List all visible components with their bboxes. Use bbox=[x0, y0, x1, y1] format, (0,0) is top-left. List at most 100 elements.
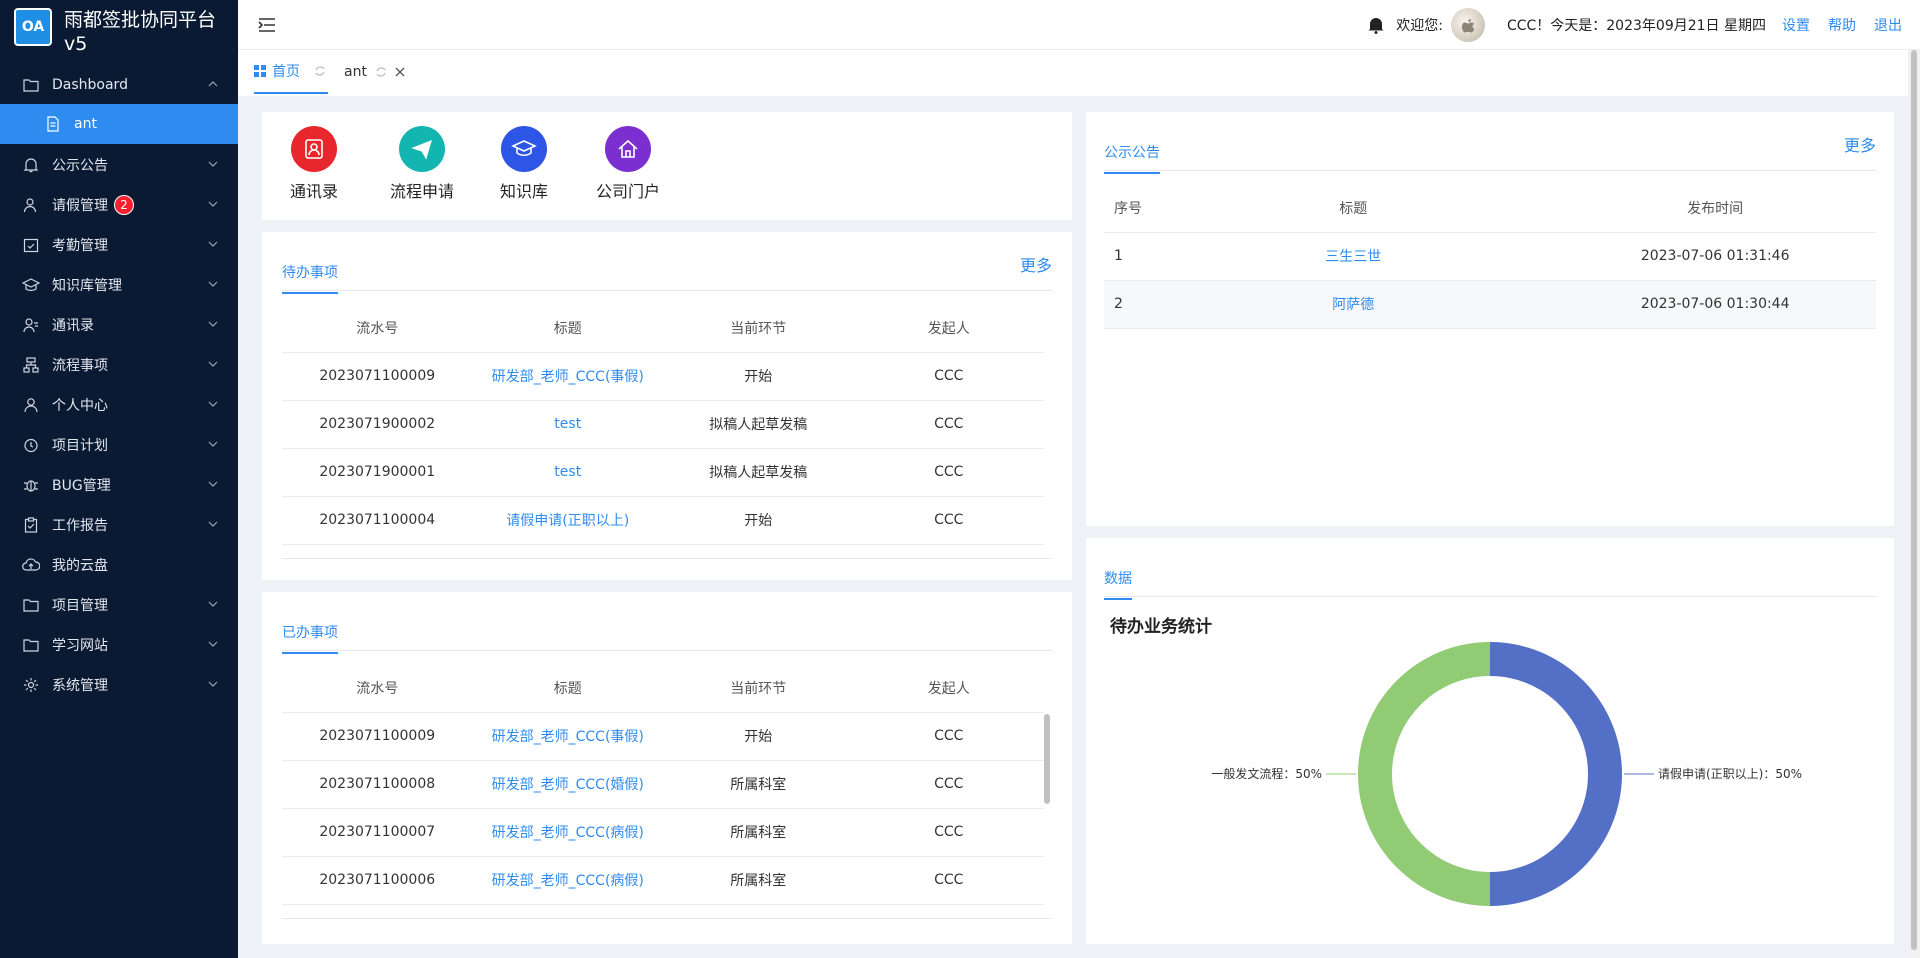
sidebar-item-personal[interactable]: 个人中心 bbox=[0, 385, 238, 425]
sidebar-item-ant[interactable]: ant bbox=[0, 104, 238, 144]
sidebar-item-label: 工作报告 bbox=[52, 518, 108, 534]
sidebar-item-flow[interactable]: 流程事项 bbox=[0, 345, 238, 385]
quick-link-label: 流程申请 bbox=[389, 182, 454, 201]
chevron-down-icon bbox=[208, 681, 218, 687]
title-link[interactable]: 研发部_老师_CCC(婚假) bbox=[492, 777, 644, 793]
table-row: 2023071900001 test 拟稿人起草发稿 CCC bbox=[282, 448, 1044, 497]
home-icon bbox=[605, 126, 651, 172]
todo-more-link[interactable]: 更多 bbox=[1020, 252, 1052, 276]
help-link[interactable]: 帮助 bbox=[1828, 15, 1856, 35]
notice-title-link[interactable]: 三生三世 bbox=[1325, 249, 1381, 265]
notification-bell-icon[interactable] bbox=[1368, 16, 1384, 34]
paper-plane-icon bbox=[399, 126, 445, 172]
initiator-cell: CCC bbox=[853, 856, 1044, 905]
chevron-down-icon bbox=[208, 641, 218, 647]
notice-title-link[interactable]: 阿萨德 bbox=[1332, 297, 1374, 313]
sidebar-item-project-mgmt[interactable]: 项目管理 bbox=[0, 585, 238, 625]
header-user-area: 欢迎您: CCC！今天是：2023年09月21日 星期四 设置 帮助 退出 bbox=[1368, 0, 1920, 50]
quick-link-flow-apply[interactable]: 流程申请 bbox=[382, 126, 462, 202]
table-header-row: 流水号 标题 当前环节 发起人 bbox=[282, 664, 1044, 713]
sidebar: OA 雨都签批协同平台v5 Dashboard ant 公示公告 请假管理 2 … bbox=[0, 0, 238, 958]
notices-table: 序号 标题 发布时间 1 三生三世 2023-07-06 01:31:46 2 … bbox=[1104, 184, 1876, 329]
sidebar-item-project-plan[interactable]: 项目计划 bbox=[0, 425, 238, 465]
col-header: 标题 bbox=[472, 664, 663, 713]
serial-cell: 2023071900001 bbox=[282, 448, 473, 497]
sidebar-item-label: BUG管理 bbox=[52, 478, 111, 494]
sidebar-item-report[interactable]: 工作报告 bbox=[0, 505, 238, 545]
sidebar-item-cloud-disk[interactable]: 我的云盘 bbox=[0, 545, 238, 585]
quick-link-contacts[interactable]: 通讯录 bbox=[282, 126, 346, 202]
serial-cell: 2023071100009 bbox=[282, 352, 473, 401]
leave-count-badge: 2 bbox=[114, 195, 134, 215]
page-scrollbar-track[interactable] bbox=[1908, 50, 1920, 958]
title-link[interactable]: 研发部_老师_CCC(事假) bbox=[492, 369, 644, 385]
sidebar-item-knowledge[interactable]: 知识库管理 bbox=[0, 265, 238, 305]
chevron-down-icon bbox=[208, 241, 218, 247]
sidebar-item-leave[interactable]: 请假管理 2 bbox=[0, 185, 238, 225]
sidebar-item-label: 学习网站 bbox=[52, 638, 108, 654]
sidebar-item-system[interactable]: 系统管理 bbox=[0, 665, 238, 705]
sidebar-item-label: 请假管理 bbox=[52, 198, 108, 214]
sidebar-item-dashboard[interactable]: Dashboard bbox=[0, 65, 238, 105]
title-cell: 阿萨德 bbox=[1152, 280, 1555, 329]
tabs-bar: 首页 ant bbox=[238, 50, 1920, 96]
close-icon[interactable] bbox=[395, 67, 405, 77]
sidebar-item-contacts[interactable]: 通讯录 bbox=[0, 305, 238, 345]
serial-cell: 2023071100008 bbox=[282, 760, 473, 809]
stage-cell: 所属科室 bbox=[663, 856, 854, 905]
title-cell: 三生三世 bbox=[1152, 232, 1555, 281]
slice-label: 请假申请(正职以上)：50% bbox=[1658, 767, 1802, 781]
refresh-icon[interactable] bbox=[375, 66, 387, 78]
serial-cell: 2023071900002 bbox=[282, 400, 473, 449]
apple-logo-icon bbox=[1461, 19, 1475, 33]
chart-title: 待办业务统计 bbox=[1110, 617, 1212, 637]
col-header: 当前环节 bbox=[663, 664, 854, 713]
tab-ant[interactable]: ant bbox=[344, 50, 405, 94]
title-link[interactable]: 研发部_老师_CCC(事假) bbox=[492, 729, 644, 745]
horizontal-scrollbar-track[interactable] bbox=[282, 918, 1052, 919]
initiator-cell: CCC bbox=[853, 448, 1044, 497]
sidebar-item-bug[interactable]: BUG管理 bbox=[0, 465, 238, 505]
table-row: 2 阿萨德 2023-07-06 01:30:44 bbox=[1104, 280, 1876, 329]
clock-icon bbox=[22, 436, 40, 454]
title-cell: 研发部_老师_CCC(事假) bbox=[472, 352, 663, 401]
refresh-icon[interactable] bbox=[314, 65, 326, 77]
chevron-down-icon bbox=[208, 521, 218, 527]
quick-link-portal[interactable]: 公司门户 bbox=[588, 126, 668, 202]
done-table: 流水号 标题 当前环节 发起人 2023071100009 研发部_老师_CCC… bbox=[282, 664, 1044, 905]
table-header-row: 流水号 标题 当前环节 发起人 bbox=[282, 304, 1044, 353]
logout-link[interactable]: 退出 bbox=[1874, 15, 1902, 35]
donut-slice[interactable] bbox=[1358, 642, 1490, 906]
title-link[interactable]: 研发部_老师_CCC(病假) bbox=[492, 825, 644, 841]
chevron-up-icon bbox=[208, 81, 218, 87]
settings-link[interactable]: 设置 bbox=[1782, 15, 1810, 35]
title-link[interactable]: test bbox=[554, 416, 581, 432]
index-cell: 2 bbox=[1104, 280, 1153, 329]
quick-link-knowledge[interactable]: 知识库 bbox=[492, 126, 556, 202]
title-link[interactable]: test bbox=[554, 464, 581, 480]
chevron-down-icon bbox=[208, 361, 218, 367]
section-divider bbox=[1104, 170, 1876, 171]
tab-home[interactable]: 首页 bbox=[254, 50, 328, 94]
vertical-scrollbar-thumb[interactable] bbox=[1044, 714, 1050, 804]
sidebar-item-attendance[interactable]: 考勤管理 bbox=[0, 225, 238, 265]
title-link[interactable]: 请假申请(正职以上) bbox=[506, 513, 629, 529]
chevron-down-icon bbox=[208, 201, 218, 207]
initiator-cell: CCC bbox=[853, 760, 1044, 809]
page-scrollbar-thumb[interactable] bbox=[1911, 50, 1917, 950]
sidebar-item-learning[interactable]: 学习网站 bbox=[0, 625, 238, 665]
sidebar-item-label: 个人中心 bbox=[52, 398, 108, 414]
contacts-icon bbox=[22, 316, 40, 334]
donut-slice[interactable] bbox=[1490, 642, 1622, 906]
title-link[interactable]: 研发部_老师_CCC(病假) bbox=[492, 873, 644, 889]
sidebar-item-notices[interactable]: 公示公告 bbox=[0, 145, 238, 185]
notices-more-link[interactable]: 更多 bbox=[1844, 132, 1876, 156]
horizontal-scrollbar-track[interactable] bbox=[282, 558, 1052, 559]
sidebar-item-label: 通讯录 bbox=[52, 318, 94, 334]
menu-toggle-icon[interactable] bbox=[258, 17, 276, 33]
sidebar-item-label: 公示公告 bbox=[52, 158, 108, 174]
app-logo: OA bbox=[14, 8, 52, 46]
avatar[interactable] bbox=[1450, 8, 1485, 42]
todo-table: 流水号 标题 当前环节 发起人 2023071100009 研发部_老师_CCC… bbox=[282, 304, 1044, 545]
chevron-down-icon bbox=[208, 441, 218, 447]
